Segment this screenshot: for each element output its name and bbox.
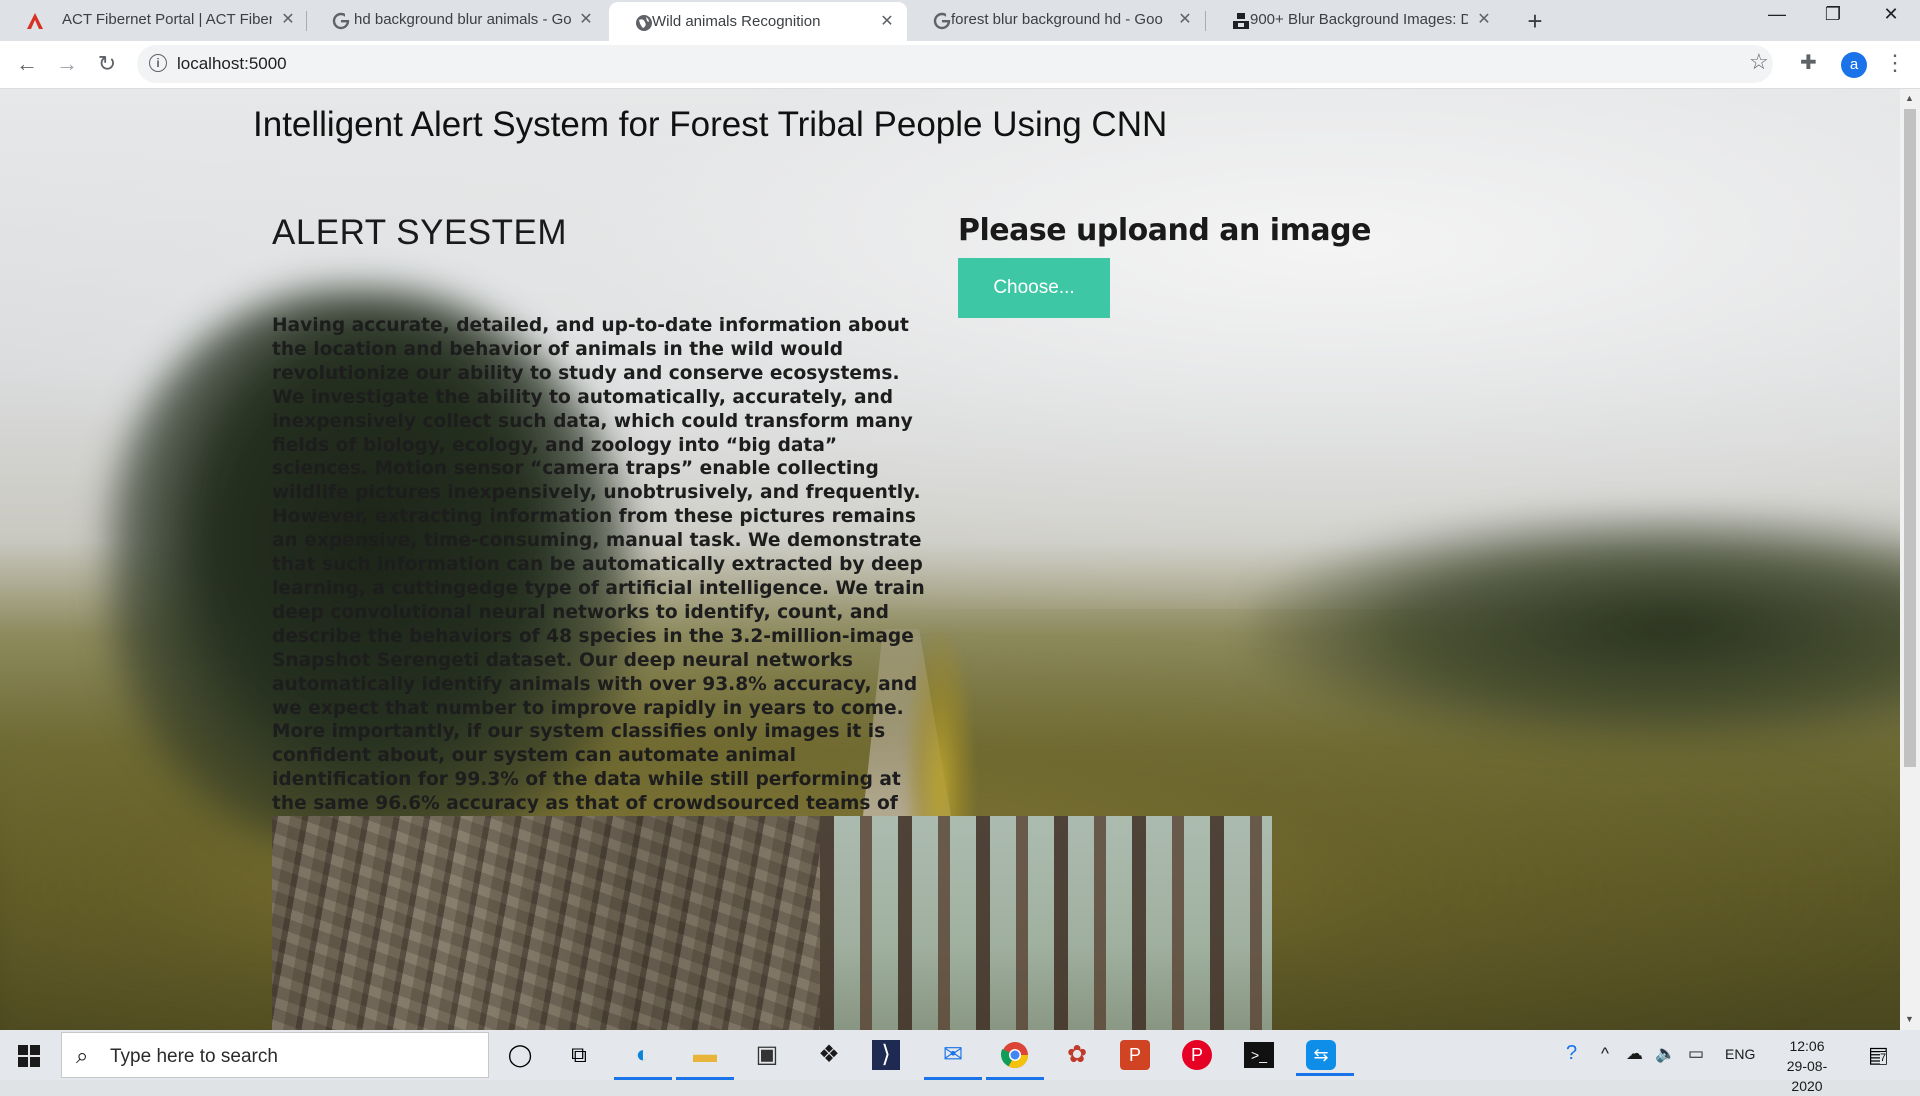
tab-close-icon[interactable]: ✕	[1175, 9, 1195, 29]
clock-date: 29-08-2020	[1786, 1058, 1828, 1094]
scroll-down-arrow-icon[interactable]: ▼	[1905, 1014, 1914, 1024]
tab-forest-blur[interactable]: forest blur background hd - Goo ✕	[907, 0, 1203, 41]
chrome-logo-icon	[1000, 1042, 1029, 1069]
menu-kebab-icon[interactable]: ⋮	[1884, 50, 1906, 76]
tab-title: 900+ Blur Background Images: D	[1250, 11, 1468, 28]
taskbar: ⌕ Type here to search ◯ ⧉ ◐ ▬ ▣ ❖ ⟩ ✉ ✿ …	[0, 1030, 1920, 1094]
pinterest-icon[interactable]: P	[1182, 1040, 1212, 1070]
page-viewport: Intelligent Alert System for Forest Trib…	[0, 89, 1900, 1030]
windows-start-icon[interactable]	[18, 1045, 40, 1067]
scroll-up-arrow-icon[interactable]: ▲	[1905, 93, 1914, 103]
globe-icon	[636, 15, 652, 31]
restore-icon[interactable]: ❐	[1813, 4, 1853, 25]
page-scrollbar[interactable]: ▲ ▼	[1900, 89, 1920, 1030]
pine-forest-photo	[820, 816, 1272, 1030]
extensions-puzzle-icon[interactable]: ✚	[1800, 50, 1817, 75]
onedrive-cloud-icon[interactable]: ☁	[1626, 1044, 1643, 1064]
command-prompt-icon[interactable]: >_	[1244, 1042, 1274, 1068]
minimize-icon[interactable]: —	[1757, 4, 1797, 25]
volume-icon[interactable]: 🔈	[1655, 1044, 1676, 1064]
mail-icon[interactable]: ✉	[924, 1036, 982, 1080]
forward-icon[interactable]: →	[53, 50, 81, 78]
help-icon[interactable]: ?	[1566, 1042, 1577, 1065]
tab-title: hd background blur animals - Go	[354, 11, 572, 28]
anaconda-icon[interactable]: ✿	[1058, 1036, 1096, 1074]
google-icon	[332, 12, 350, 30]
tab-close-icon[interactable]: ✕	[576, 9, 596, 29]
tab-title: Wild animals Recognition	[652, 13, 821, 30]
dropbox-icon[interactable]: ❖	[810, 1036, 848, 1074]
network-icon[interactable]: ▭	[1688, 1044, 1704, 1064]
scrollbar-thumb[interactable]	[1904, 109, 1916, 767]
powerpoint-icon[interactable]: P	[1120, 1040, 1150, 1070]
teamviewer-icon[interactable]: ⇆	[1296, 1040, 1354, 1076]
edge-icon[interactable]: ◐	[614, 1036, 672, 1080]
google-icon	[933, 12, 951, 30]
tab-title: ACT Fibernet Portal | ACT Fiberne	[62, 11, 272, 28]
browser-toolbar: ← → ↻ i localhost:5000 ☆ ✚ a ⋮	[0, 41, 1920, 89]
page-title: Intelligent Alert System for Forest Trib…	[253, 105, 1168, 144]
file-explorer-icon[interactable]: ▬	[676, 1036, 734, 1080]
choose-file-button[interactable]: Choose...	[958, 258, 1110, 318]
tab-hd-background[interactable]: hd background blur animals - Go ✕	[306, 0, 608, 41]
back-icon[interactable]: ←	[13, 50, 41, 78]
act-logo-icon	[27, 13, 43, 29]
notification-center-icon[interactable]: ▤ 7	[1868, 1042, 1889, 1068]
chrome-icon[interactable]	[986, 1036, 1044, 1080]
profile-avatar[interactable]: a	[1841, 52, 1867, 78]
search-placeholder: Type here to search	[110, 1046, 278, 1067]
notification-count: 7	[1880, 1052, 1887, 1064]
tree-bark-photo	[272, 816, 820, 1030]
alert-heading: ALERT SYESTEM	[272, 213, 568, 252]
taskbar-clock[interactable]: 12:06 29-08-2020	[1772, 1036, 1842, 1096]
url-text[interactable]: localhost:5000	[177, 54, 287, 74]
unsplash-icon	[1233, 13, 1249, 29]
site-info-icon[interactable]: i	[149, 54, 167, 72]
clock-time: 12:06	[1789, 1038, 1825, 1054]
reload-icon[interactable]: ↻	[93, 50, 121, 78]
forest-photo-strip	[272, 816, 1272, 1030]
tab-close-icon[interactable]: ✕	[278, 9, 298, 29]
task-view-icon[interactable]: ⧉	[560, 1036, 598, 1074]
taskbar-search-box[interactable]: ⌕ Type here to search	[61, 1032, 489, 1078]
description-paragraph: Having accurate, detailed, and up-to-dat…	[272, 315, 925, 862]
visual-studio-icon[interactable]: ⟩	[872, 1040, 900, 1070]
tab-close-icon[interactable]: ✕	[1474, 9, 1494, 29]
cortana-icon[interactable]: ◯	[501, 1036, 539, 1074]
tab-act-fibernet[interactable]: ACT Fibernet Portal | ACT Fiberne ✕	[0, 0, 305, 41]
close-window-icon[interactable]: ✕	[1871, 4, 1911, 25]
upload-heading: Please uploand an image	[958, 213, 1371, 248]
search-icon: ⌕	[76, 1043, 89, 1068]
new-tab-button[interactable]: +	[1521, 6, 1549, 37]
bookmark-star-icon[interactable]: ☆	[1749, 49, 1769, 75]
tab-close-icon[interactable]: ✕	[877, 11, 897, 31]
tray-chevron-up-icon[interactable]: ^	[1601, 1044, 1609, 1064]
tab-title: forest blur background hd - Goo	[951, 11, 1163, 28]
background-trees	[1250, 509, 1900, 749]
tab-bar: ACT Fibernet Portal | ACT Fiberne ✕ hd b…	[0, 0, 1920, 41]
language-indicator[interactable]: ENG	[1725, 1046, 1755, 1062]
store-icon[interactable]: ▣	[748, 1036, 786, 1074]
tab-wild-animals[interactable]: Wild animals Recognition ✕	[609, 2, 907, 41]
address-bar[interactable]: i localhost:5000	[137, 45, 1773, 83]
tab-blur-images[interactable]: 900+ Blur Background Images: D ✕	[1206, 0, 1506, 41]
